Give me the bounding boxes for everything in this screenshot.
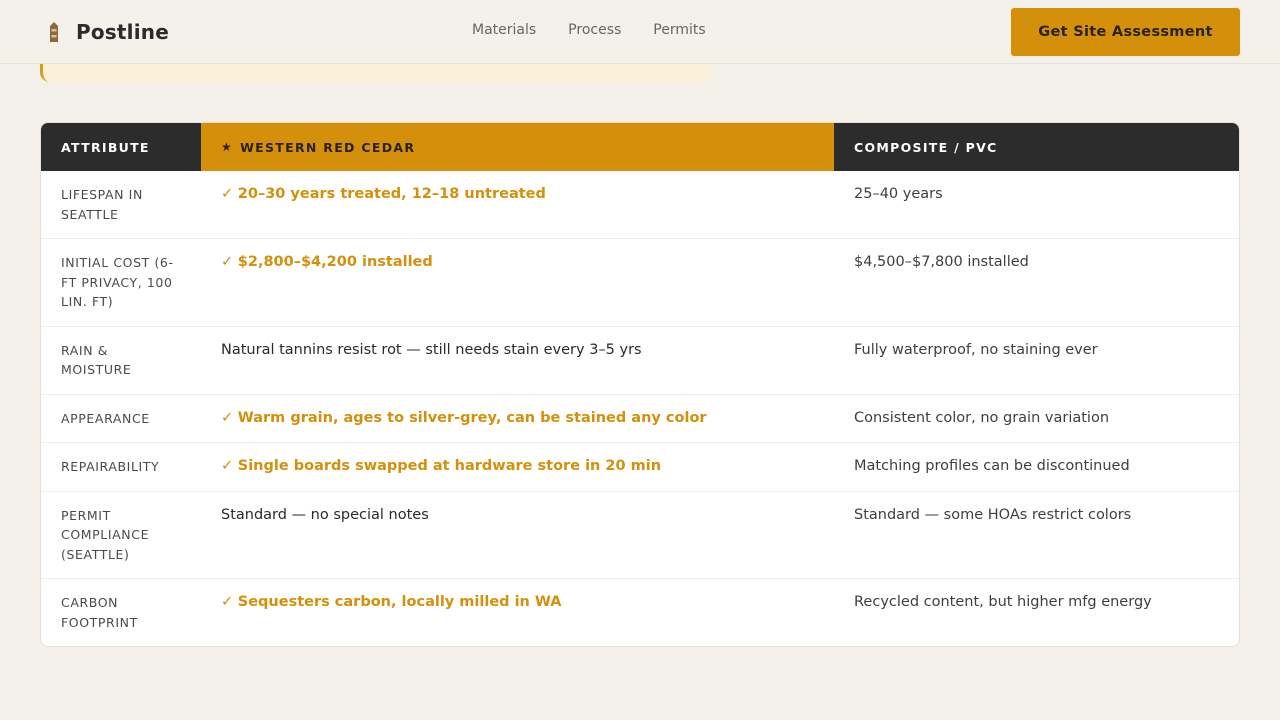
nav-link-materials[interactable]: Materials xyxy=(472,22,536,38)
cedar-value: Sequesters carbon, locally milled in WA xyxy=(237,594,562,610)
cedar-value: 20–30 years treated, 12–18 untreated xyxy=(237,186,546,202)
cedar-cell: ✓ Sequesters carbon, locally milled in W… xyxy=(201,579,834,646)
nav-link-permits[interactable]: Permits xyxy=(653,22,705,38)
cedar-value: Warm grain, ages to silver-grey, can be … xyxy=(237,409,707,426)
composite-cell: Standard — some HOAs restrict colors xyxy=(854,506,1132,523)
brand[interactable]: Postline xyxy=(46,18,169,46)
checkmark-icon: ✓ xyxy=(221,254,238,270)
table-header: Attribute ★ Western Red Cedar Composite … xyxy=(41,123,1239,171)
table-row: Permit compliance (Seattle) Standard — no… xyxy=(41,490,1239,579)
column-header-composite: Composite / PVC xyxy=(834,123,1239,171)
cedar-value: Single boards swapped at hardware store … xyxy=(237,458,662,474)
attribute-cell: Rain & moisture xyxy=(61,342,132,378)
table-row: Carbon footprint ✓ Sequesters carbon, loc… xyxy=(41,578,1239,646)
site-header: Postline Materials Process Permits Get S… xyxy=(0,0,1280,64)
cedar-cell: ✓ 20–30 years treated, 12–18 untreated xyxy=(201,171,834,238)
get-site-assessment-button[interactable]: Get Site Assessment xyxy=(1011,8,1240,56)
comparison-table: Attribute ★ Western Red Cedar Composite … xyxy=(40,122,1240,647)
column-header-cedar-label: Western Red Cedar xyxy=(240,139,416,155)
main-nav: Materials Process Permits xyxy=(472,22,706,38)
cedar-value: Natural tannins resist rot — still needs… xyxy=(221,341,642,358)
composite-cell: 25–40 years xyxy=(854,186,943,202)
table-body: Lifespan in Seattle ✓ 20–30 years treated… xyxy=(41,171,1239,646)
star-icon: ★ xyxy=(221,140,234,154)
table-row: Rain & moisture Natural tannins resist ro… xyxy=(41,325,1239,394)
cedar-cell: ✓ Warm grain, ages to silver-grey, can b… xyxy=(201,395,834,443)
checkmark-icon: ✓ xyxy=(221,458,238,474)
table-row: Repairability ✓ Single boards swapped at … xyxy=(41,442,1239,491)
cedar-cell: ✓ $2,800–$4,200 installed xyxy=(201,239,834,326)
attribute-cell: Repairability xyxy=(61,459,160,474)
composite-cell: Consistent color, no grain variation xyxy=(854,409,1110,426)
cedar-cell: ✓ Single boards swapped at hardware stor… xyxy=(201,443,834,491)
cedar-cell: Natural tannins resist rot — still needs… xyxy=(201,327,834,394)
composite-cell: Recycled content, but higher mfg energy xyxy=(854,594,1152,610)
attribute-cell: Permit compliance (Seattle) xyxy=(61,507,150,562)
cedar-value: $2,800–$4,200 installed xyxy=(237,254,433,270)
nav-link-process[interactable]: Process xyxy=(568,22,621,38)
checkmark-icon: ✓ xyxy=(221,186,238,202)
composite-cell: Fully waterproof, no staining ever xyxy=(854,341,1098,358)
table-row: Initial cost (6-ft privacy, 100 lin. ft)… xyxy=(41,238,1239,326)
checkmark-icon: ✓ xyxy=(221,409,238,426)
attribute-cell: Lifespan in Seattle xyxy=(61,187,143,222)
checkmark-icon: ✓ xyxy=(221,594,238,610)
composite-cell: $4,500–$7,800 installed xyxy=(854,254,1029,270)
table-row: Lifespan in Seattle ✓ 20–30 years treated… xyxy=(41,171,1239,238)
table-row: Appearance ✓ Warm grain, ages to silver-g… xyxy=(41,393,1239,443)
brand-name: Postline xyxy=(76,20,169,44)
composite-cell: Matching profiles can be discontinued xyxy=(854,458,1130,474)
cedar-value: Standard — no special notes xyxy=(221,506,429,523)
cedar-cell: Standard — no special notes xyxy=(201,492,834,579)
attribute-cell: Appearance xyxy=(61,410,150,426)
attribute-cell: Carbon footprint xyxy=(61,595,138,630)
column-header-attribute: Attribute xyxy=(41,123,201,171)
attribute-cell: Initial cost (6-ft privacy, 100 lin. ft) xyxy=(61,255,174,309)
fence-post-icon xyxy=(50,22,58,42)
column-header-cedar: ★ Western Red Cedar xyxy=(201,123,834,171)
